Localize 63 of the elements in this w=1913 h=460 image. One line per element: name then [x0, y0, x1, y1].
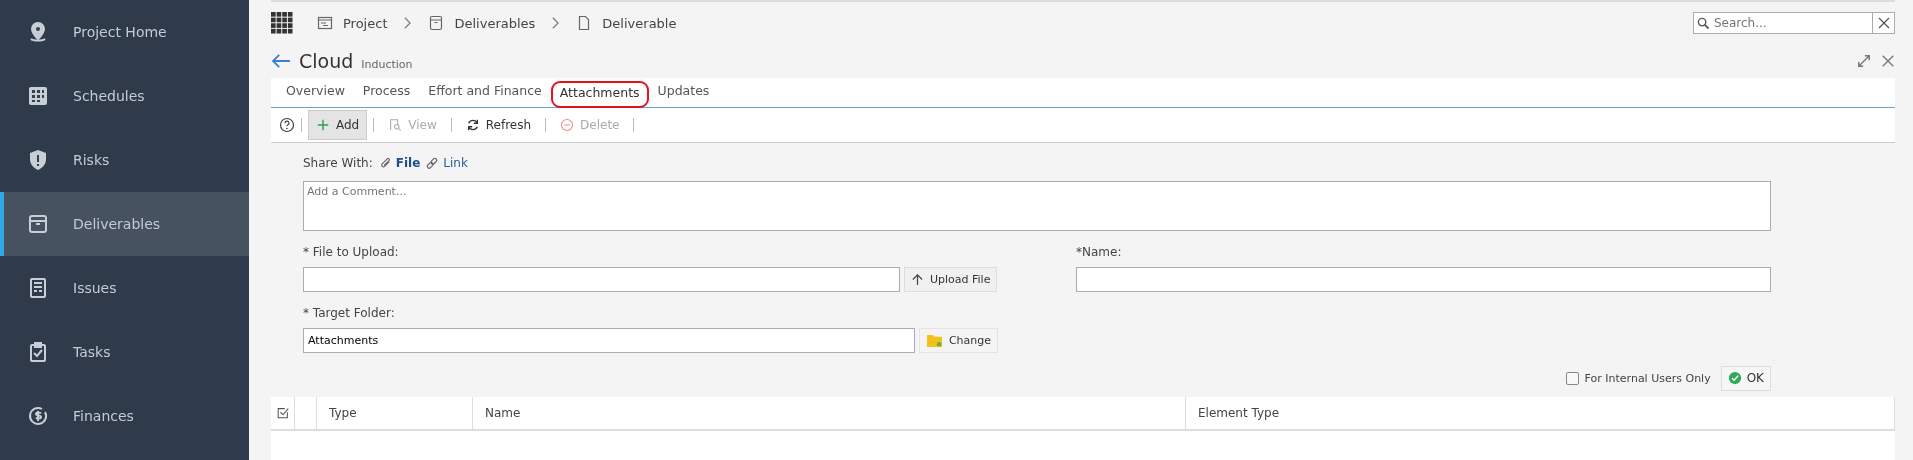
magnifier-page-icon	[388, 118, 403, 132]
help-icon[interactable]	[279, 117, 295, 133]
file-upload-label: * File to Upload:	[303, 244, 400, 261]
checkbox-label: For Internal Users Only	[1584, 371, 1711, 385]
sidebar-item[interactable]: Deliverables	[0, 192, 249, 256]
tab[interactable]: Effort and Finance	[419, 80, 551, 107]
sidebar-item[interactable]: Risks	[0, 128, 249, 192]
sidebar-item[interactable]: Schedules	[0, 64, 249, 128]
share-option[interactable]: File	[378, 156, 421, 170]
record-subtitle: Induction	[361, 58, 413, 71]
tab[interactable]: Overview	[277, 80, 354, 107]
breadcrumb-link[interactable]: Deliverable	[576, 15, 677, 31]
column-header[interactable]: Name	[473, 397, 1186, 429]
record-title: Cloud	[299, 50, 354, 72]
chevron-right-icon	[403, 16, 413, 30]
chevron-right-icon	[551, 16, 561, 30]
select-all-icon[interactable]	[276, 406, 290, 420]
refresh-icon	[465, 118, 480, 132]
tab[interactable]: Updates	[648, 80, 719, 107]
target-folder-label: * Target Folder:	[303, 305, 396, 322]
name-label: *Name:	[1076, 244, 1123, 261]
tab[interactable]: Process	[353, 80, 420, 107]
breadcrumb-link[interactable]: Deliverables	[428, 15, 536, 31]
clear-search-button[interactable]	[1873, 12, 1895, 34]
check-circle-icon	[1727, 371, 1742, 385]
calendar-grid-icon	[26, 84, 50, 108]
toolbar-button[interactable]: Refresh	[457, 110, 540, 140]
dollar-cycle-icon	[26, 404, 50, 428]
expand-icon[interactable]	[1857, 54, 1871, 68]
upload-file-button[interactable]: Upload File	[904, 267, 998, 292]
sidebar-item[interactable]: Issues	[0, 256, 249, 320]
plus-icon	[316, 118, 330, 132]
tab[interactable]: Attachments	[550, 81, 649, 108]
sidebar-item[interactable]: Project Home	[0, 0, 249, 64]
file-path-field[interactable]	[303, 267, 900, 292]
folder-icon	[925, 333, 943, 348]
app-grid-icon[interactable]	[271, 12, 293, 34]
change-folder-button[interactable]: Change	[918, 328, 998, 353]
upload-arrow-icon	[911, 273, 924, 286]
archive-box-icon	[26, 212, 50, 236]
sidebar-item[interactable]: Finances	[0, 384, 249, 448]
paperclip-icon	[378, 156, 392, 170]
search-field[interactable]: Search...	[1693, 12, 1873, 34]
close-icon[interactable]	[1881, 54, 1895, 68]
ok-button[interactable]: OK	[1720, 365, 1771, 391]
sidebar-item[interactable]: Tasks	[0, 320, 249, 384]
column-header[interactable]: Type	[317, 397, 473, 429]
breadcrumb-link[interactable]: Project	[317, 15, 388, 31]
checkbox[interactable]	[1565, 371, 1579, 385]
back-arrow-icon[interactable]	[271, 53, 291, 69]
archive-box-icon	[428, 15, 445, 31]
chain-link-icon	[426, 156, 440, 170]
name-field[interactable]	[1076, 267, 1771, 292]
toolbar-button[interactable]: Add	[308, 110, 368, 140]
column-header[interactable]: Element Type	[1186, 397, 1895, 429]
minus-circle-icon	[560, 118, 575, 132]
search-icon	[1697, 17, 1710, 30]
share-with-label: Share With:	[303, 156, 373, 170]
comment-field[interactable]: Add a Comment...	[303, 181, 1771, 231]
target-folder-field[interactable]: Attachments	[303, 328, 915, 353]
share-option[interactable]: Link	[426, 156, 468, 170]
close-icon	[1877, 17, 1890, 29]
list-window-icon	[317, 15, 333, 31]
